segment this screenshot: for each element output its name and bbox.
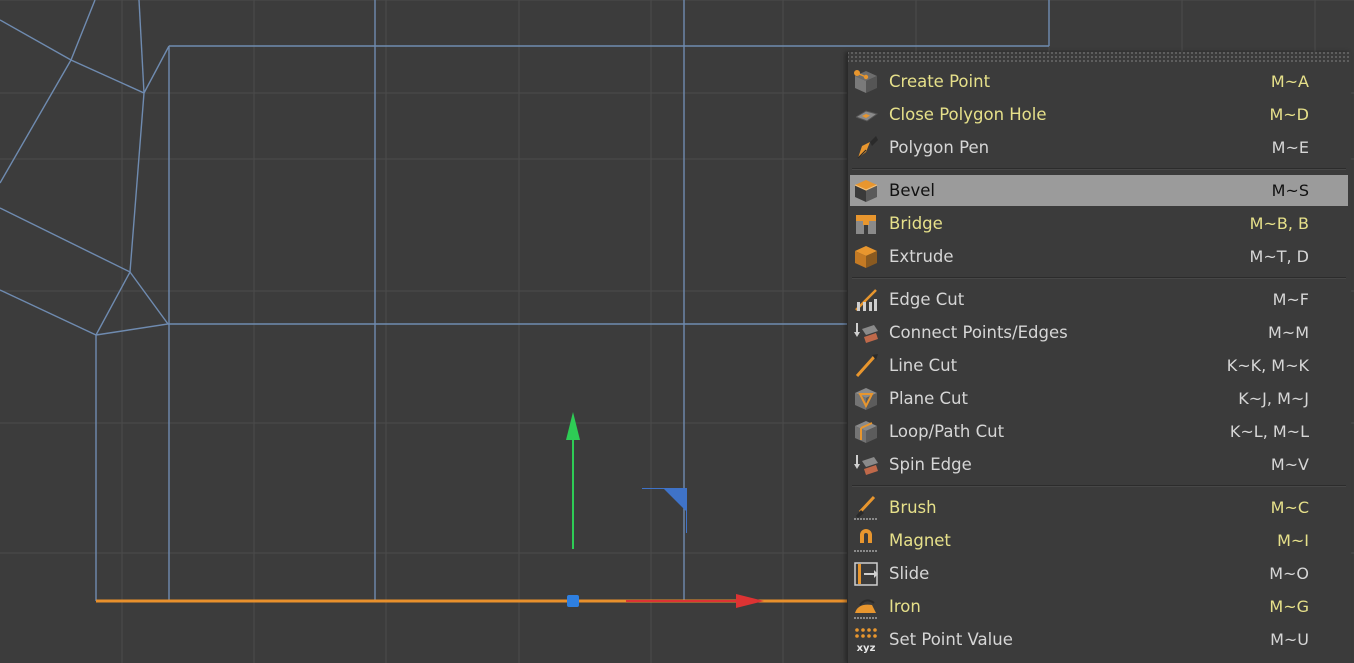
menu-item-shortcut: K~L, M~L [1229,422,1309,441]
menu-item-label: Extrude [889,247,954,266]
x-axis-arrow-icon[interactable] [736,594,764,608]
menu-separator [852,485,1346,487]
menu-item-shortcut: K~K, M~K [1226,356,1309,375]
y-axis-arrow-icon[interactable] [566,412,580,440]
menu-item-brush[interactable]: Brush M~C [850,492,1348,523]
svg-text:xyz: xyz [857,643,876,654]
menu-item-spin-edge[interactable]: Spin Edge M~V [850,449,1348,480]
menu-item-shortcut: M~G [1269,597,1309,616]
menu-item-label: Spin Edge [889,455,972,474]
bridge-icon [851,208,881,239]
menu-item-magnet[interactable]: Magnet M~I [850,525,1348,556]
bevel-icon [851,175,881,206]
menu-item-label: Line Cut [889,356,958,375]
menu-item-label: Slide [889,564,930,583]
menu-item-label: Plane Cut [889,389,968,408]
plane-cut-icon [851,383,881,414]
menu-item-shortcut: M~U [1270,630,1309,649]
brush-icon [851,492,881,523]
menu-item-label: Bevel [889,181,935,200]
menu-item-edge-cut[interactable]: Edge Cut M~F [850,284,1348,315]
menu-item-polygon-pen[interactable]: Polygon Pen M~E [850,132,1348,163]
line-cut-icon [851,350,881,381]
menu-item-label: Brush [889,498,937,517]
menu-separator [852,277,1346,279]
menu-item-shortcut: M~D [1269,105,1309,124]
spin-edge-icon [851,449,881,480]
connect-points-edges-icon [851,317,881,348]
menu-item-label: Polygon Pen [889,138,990,157]
menu-item-shortcut: M~C [1270,498,1309,517]
menu-item-close-polygon-hole[interactable]: Close Polygon Hole M~D [850,99,1348,130]
magnet-icon [851,525,881,556]
menu-item-label: Close Polygon Hole [889,105,1047,124]
menu-item-shortcut: M~B, B [1249,214,1309,233]
menu-item-iron[interactable]: Iron M~G [850,591,1348,622]
menu-item-shortcut: M~V [1270,455,1309,474]
polygon-pen-icon [851,132,881,163]
menu-item-shortcut: M~S [1271,181,1309,200]
menu-item-line-cut[interactable]: Line Cut K~K, M~K [850,350,1348,381]
menu-item-slide[interactable]: Slide M~O [850,558,1348,589]
mesh-tools-popup-menu: Create Point M~A Close Polygon Hole M~D Poly… [847,52,1351,663]
menu-item-connect-points-edges[interactable]: Connect Points/Edges M~M [850,317,1348,348]
menu-drag-grip[interactable] [848,52,1351,62]
move-gizmo[interactable] [566,412,764,608]
extrude-icon [851,241,881,272]
close-polygon-hole-icon [851,99,881,130]
menu-item-label: Bridge [889,214,943,233]
menu-item-create-point[interactable]: Create Point M~A [850,66,1348,97]
menu-item-label: Create Point [889,72,991,91]
menu-item-label: Loop/Path Cut [889,422,1005,441]
edge-cut-icon [851,284,881,315]
menu-item-label: Edge Cut [889,290,965,309]
iron-icon [851,591,881,622]
menu-separator [852,168,1346,170]
gizmo-center-handle[interactable] [567,595,579,607]
menu-item-shortcut: M~F [1272,290,1309,309]
loop-path-cut-icon [851,416,881,447]
plane-handle-fill [663,488,687,512]
menu-item-shortcut: M~O [1269,564,1309,583]
menu-item-shortcut: K~J, M~J [1238,389,1309,408]
menu-item-label: Set Point Value [889,630,1013,649]
menu-item-plane-cut[interactable]: Plane Cut K~J, M~J [850,383,1348,414]
menu-item-label: Connect Points/Edges [889,323,1068,342]
menu-item-bridge[interactable]: Bridge M~B, B [850,208,1348,239]
menu-item-loop-path-cut[interactable]: Loop/Path Cut K~L, M~L [850,416,1348,447]
slide-icon [851,558,881,589]
menu-item-shortcut: M~M [1267,323,1309,342]
menu-item-set-point-value[interactable]: xyz Set Point Value M~U [850,624,1348,655]
menu-item-shortcut: M~E [1271,138,1309,157]
menu-item-shortcut: M~A [1270,72,1309,91]
menu-item-bevel[interactable]: Bevel M~S [850,175,1348,206]
menu-item-extrude[interactable]: Extrude M~T, D [850,241,1348,272]
menu-item-label: Iron [889,597,921,616]
create-point-icon [851,66,881,97]
set-point-value-icon: xyz [851,624,881,655]
menu-item-shortcut: M~I [1277,531,1309,550]
menu-item-label: Magnet [889,531,951,550]
menu-item-shortcut: M~T, D [1249,247,1309,266]
